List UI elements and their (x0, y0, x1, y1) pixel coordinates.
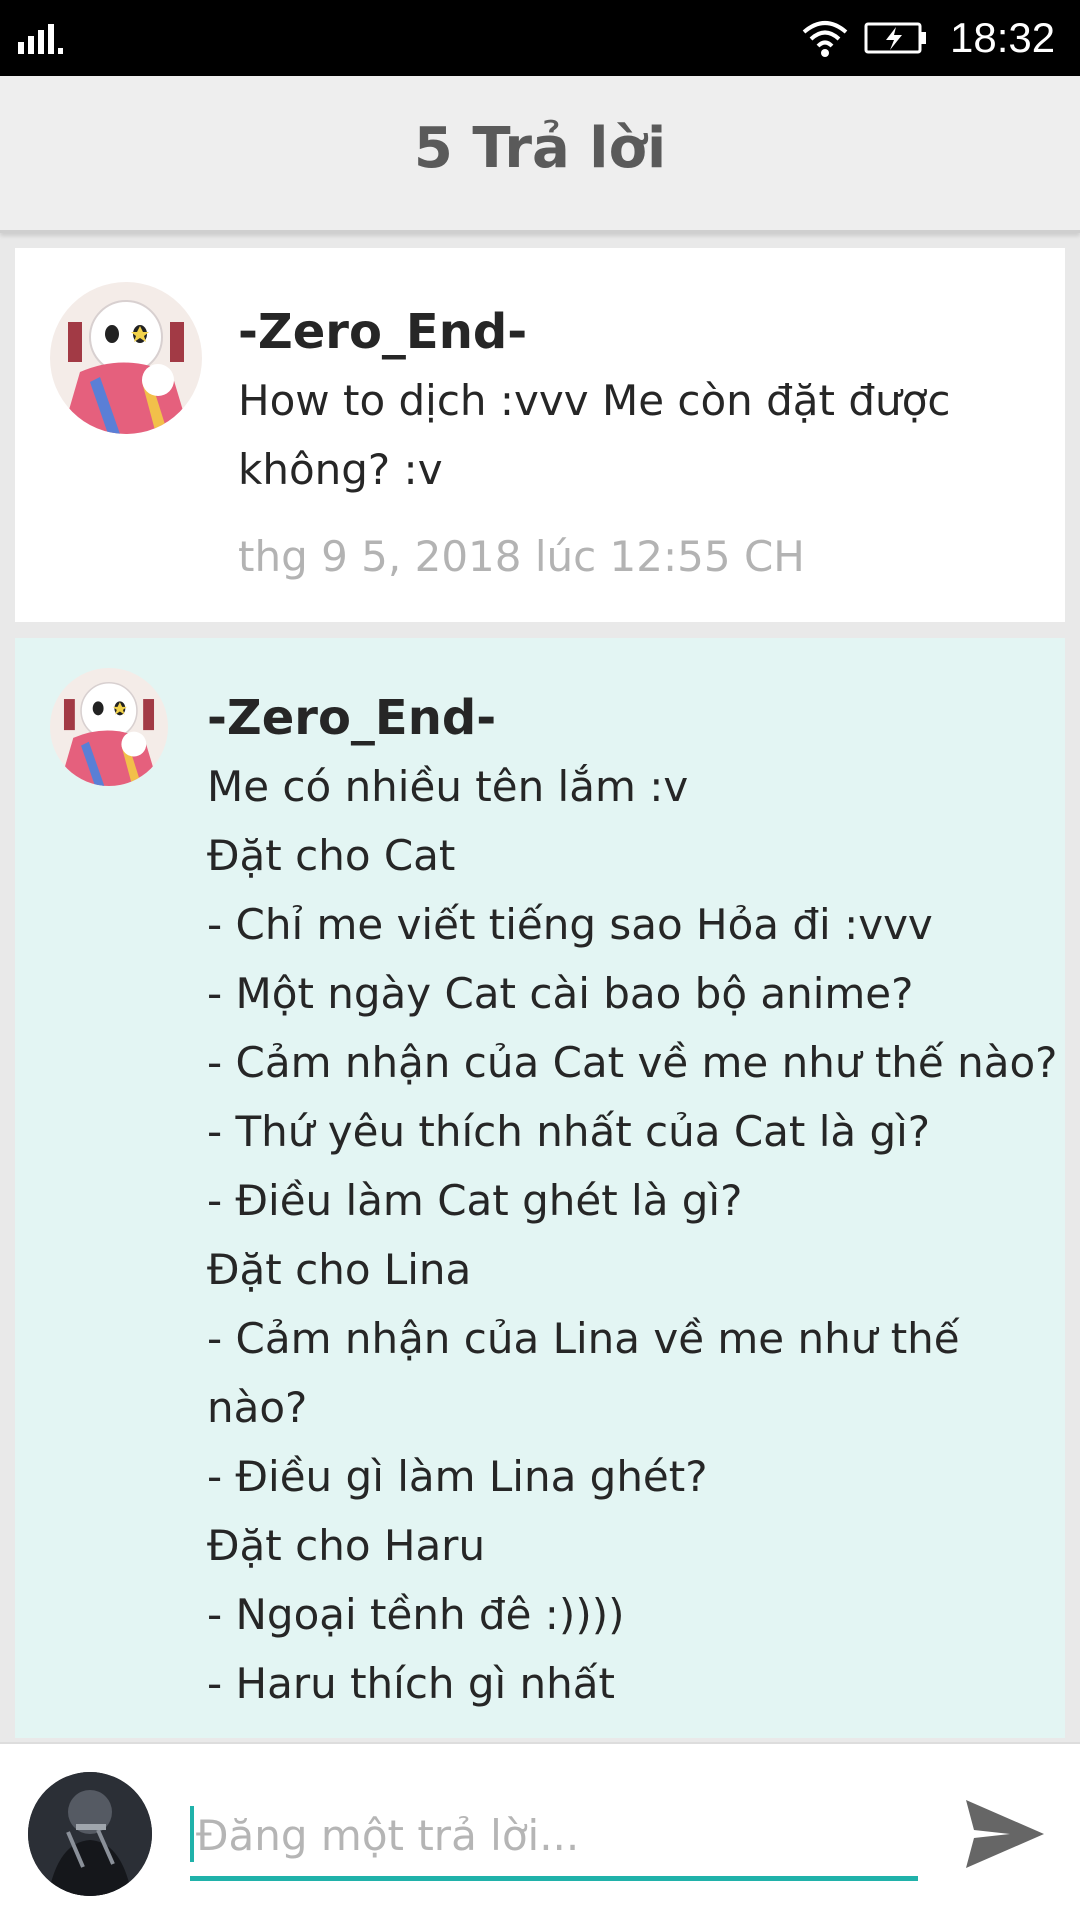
comment-card-highlighted: -Zero_End- Me có nhiều tên lắm :v Đặt ch… (15, 638, 1065, 1738)
comment-text-line: - Điều gì làm Lina ghét? (207, 1452, 708, 1501)
wifi-icon (802, 21, 848, 57)
avatar-illustration (50, 668, 168, 786)
signal-icon (18, 24, 63, 54)
comment-author[interactable]: -Zero_End- (207, 690, 496, 746)
reply-bar (0, 1742, 1080, 1922)
comment-text-line: - Cảm nhận của Cat về me như thế nào? (207, 1038, 1058, 1087)
avatar[interactable] (50, 668, 168, 786)
reply-input-wrapper (190, 1796, 918, 1881)
comment-card: -Zero_End- How to dịch :vvv Me còn đặt đ… (15, 248, 1065, 622)
reply-input[interactable] (194, 1796, 916, 1874)
comment-text-line: - Một ngày Cat cài bao bộ anime? (207, 969, 914, 1018)
status-time: 18:32 (950, 14, 1056, 61)
comment-author[interactable]: -Zero_End- (238, 304, 527, 360)
comment-text-line: - Điều làm Cat ghét là gì? (207, 1176, 743, 1225)
app-header: 5 Trả lời (0, 76, 1080, 233)
comment-text-line: Đặt cho Lina (207, 1245, 472, 1294)
comment-text-line: - Haru thích gì nhất (207, 1659, 616, 1708)
comment-text-line: - Ngoại tềnh đê :)))) (207, 1590, 625, 1639)
comment-text: How to dịch :vvv Me còn đặt được không? … (238, 366, 950, 504)
send-icon[interactable] (960, 1794, 1050, 1874)
comment-text-line: - Cảm nhận của Lina về me như thế (207, 1314, 960, 1363)
comment-text: Me có nhiều tên lắm :v Đặt cho Cat - Chỉ… (207, 752, 1057, 1718)
comment-timestamp: thg 9 5, 2018 lúc 12:55 CH (238, 532, 805, 581)
comment-text-line: - Thứ yêu thích nhất của Cat là gì? (207, 1107, 931, 1156)
comment-text-line: How to dịch :vvv Me còn đặt được (238, 376, 951, 425)
comment-text-line: Đặt cho Cat (207, 831, 456, 880)
avatar-illustration (28, 1772, 152, 1896)
comment-text-line: Me có nhiều tên lắm :v (207, 762, 689, 811)
comment-text-line: - Chỉ me viết tiếng sao Hỏa đi :vvv (207, 900, 933, 949)
status-bar: 18:32 (0, 0, 1080, 76)
avatar[interactable] (50, 282, 202, 434)
comment-text-line: nào? (207, 1383, 308, 1432)
avatar-illustration (50, 282, 202, 434)
page-title: 5 Trả lời (413, 116, 667, 181)
battery-charging-icon (864, 22, 926, 54)
comment-text-line: Đặt cho Haru (207, 1521, 486, 1570)
comment-text-line: không? :v (238, 445, 443, 494)
current-user-avatar[interactable] (28, 1772, 152, 1896)
